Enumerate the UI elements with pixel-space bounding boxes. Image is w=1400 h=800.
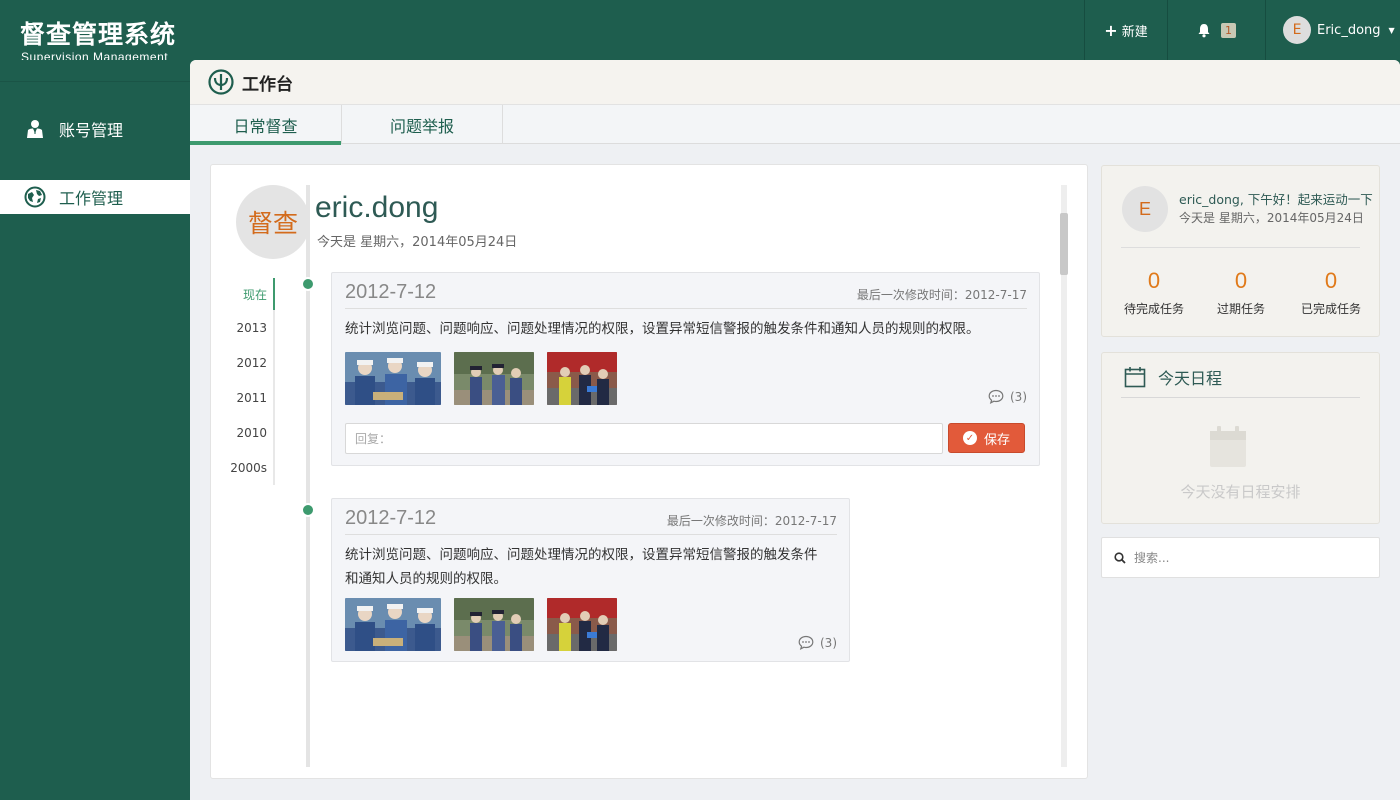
timeline-post: 2012-7-12 最后一次修改时间：2012-7-17 统计浏览问题、问题响应… — [331, 272, 1040, 466]
bell-icon — [1198, 23, 1210, 37]
divider — [345, 534, 837, 535]
greeting-date: 今天是 星期六，2014年05月24日 — [1179, 211, 1364, 225]
timeline-dot — [301, 277, 315, 291]
avatar: E — [1122, 186, 1168, 232]
schedule-title: 今天日程 — [1158, 369, 1223, 388]
search-icon — [1114, 551, 1126, 564]
divider — [1121, 397, 1360, 398]
schedule-panel: 今天日程 今天没有日程安排 — [1101, 352, 1380, 524]
calendar-icon — [1124, 367, 1146, 388]
post-image[interactable] — [454, 598, 534, 651]
stat-pending[interactable]: 0 待完成任务 — [1114, 268, 1194, 317]
save-button[interactable]: ✓ 保存 — [948, 423, 1025, 453]
dashboard-icon — [208, 69, 234, 95]
sidebar-item-accounts[interactable]: 账号管理 — [0, 100, 190, 158]
stat-completed[interactable]: 0 已完成任务 — [1291, 268, 1371, 317]
sidebar: 账号管理 工作管理 — [0, 60, 190, 800]
post-text-line: 和通知人员的规则的权限。 — [345, 571, 507, 587]
post-image[interactable] — [547, 598, 617, 651]
comment-count-label: (3) — [1010, 389, 1027, 404]
notification-badge: 1 — [1221, 22, 1236, 38]
top-actions: + 新建 1 E Eric_dong ▼ — [1084, 0, 1400, 60]
comment-count[interactable]: (3) — [988, 389, 1027, 404]
reply-input[interactable]: 回复： — [345, 423, 943, 454]
timeline-post: 2012-7-12 最后一次修改时间：2012-7-17 统计浏览问题、问题响应… — [331, 498, 850, 662]
post-date: 2012-7-12 — [345, 281, 437, 303]
post-image[interactable] — [547, 352, 617, 405]
year-nav: 现在 2013 2012 2011 2010 2000s — [230, 278, 275, 485]
tab-bar: 日常督查 问题举报 — [190, 105, 1400, 145]
post-text: 统计浏览问题、问题响应、问题处理情况的权限，设置异常短信警报的触发条件和通知人员… — [345, 321, 980, 337]
search-placeholder: 搜索... — [1134, 551, 1170, 565]
greeting-text: eric_dong, 下午好！起来运动一下 — [1179, 192, 1373, 207]
app-title: 督查管理系统 — [20, 20, 177, 49]
main-content: 工作台 日常督查 问题举报 督查 eric.dong 今天是 星期六，2014年… — [190, 60, 1400, 800]
empty-calendar-icon — [1210, 426, 1246, 467]
timeline-line — [306, 185, 310, 767]
save-label: 保存 — [983, 432, 1010, 448]
post-date: 2012-7-12 — [345, 507, 437, 529]
top-bar: 督查管理系统 Supervision Management + 新建 1 E E… — [0, 0, 1400, 64]
sidebar-item-label: 账号管理 — [59, 121, 124, 140]
schedule-empty-text: 今天没有日程安排 — [1180, 483, 1301, 501]
stat-overdue[interactable]: 0 过期任务 — [1201, 268, 1281, 317]
globe-icon — [24, 186, 46, 208]
stat-value: 0 — [1324, 268, 1338, 293]
year-item[interactable]: 2011 — [231, 380, 275, 415]
stat-value: 0 — [1147, 268, 1161, 293]
timeline-card: 督查 eric.dong 今天是 星期六，2014年05月24日 现在 2013… — [210, 164, 1088, 779]
sidebar-item-work[interactable]: 工作管理 — [0, 180, 190, 214]
post-modified: 最后一次修改时间：2012-7-17 — [666, 514, 837, 528]
comment-count[interactable]: (3) — [798, 635, 837, 650]
comment-icon — [798, 635, 814, 650]
search-input[interactable]: 搜索... — [1101, 537, 1380, 578]
stat-label: 待完成任务 — [1123, 302, 1184, 316]
comment-icon — [988, 389, 1004, 404]
check-icon: ✓ — [962, 431, 977, 445]
year-item[interactable]: 2010 — [231, 415, 275, 450]
page-title: 工作台 — [242, 74, 293, 95]
scrollbar-thumb[interactable] — [1060, 213, 1068, 275]
avatar: E — [1283, 16, 1311, 44]
sidebar-item-label: 工作管理 — [59, 189, 124, 208]
new-label: 新建 — [1121, 24, 1148, 40]
post-modified: 最后一次修改时间：2012-7-17 — [856, 288, 1027, 302]
year-item[interactable]: 2012 — [231, 345, 275, 380]
tab-issue-report[interactable]: 问题举报 — [342, 105, 503, 144]
user-icon — [24, 118, 46, 140]
plus-icon: + — [1104, 20, 1118, 40]
schedule-header: 今天日程 — [1124, 365, 1222, 389]
post-image[interactable] — [454, 352, 534, 405]
year-item[interactable]: 现在 — [231, 278, 275, 310]
user-menu[interactable]: E Eric_dong ▼ — [1265, 0, 1400, 60]
tab-daily-supervision[interactable]: 日常督查 — [190, 105, 342, 145]
welcome-panel: E eric_dong, 下午好！起来运动一下 今天是 星期六，2014年05月… — [1101, 165, 1380, 337]
stat-label: 已完成任务 — [1300, 302, 1361, 316]
timeline-dot — [301, 503, 315, 517]
new-button[interactable]: + 新建 — [1084, 0, 1167, 60]
app-logo[interactable]: 督查管理系统 Supervision Management — [20, 20, 176, 64]
year-item[interactable]: 2013 — [231, 310, 275, 345]
post-images — [345, 598, 630, 651]
profile-avatar: 督查 — [236, 185, 310, 259]
post-image[interactable] — [345, 352, 441, 405]
user-name: Eric_dong — [1317, 22, 1381, 38]
profile-name: eric.dong — [315, 191, 439, 224]
post-text-line: 统计浏览问题、问题响应、问题处理情况的权限，设置异常短信警报的触发条件 — [345, 547, 818, 563]
divider — [345, 308, 1027, 309]
profile-date: 今天是 星期六，2014年05月24日 — [317, 235, 518, 250]
notifications-button[interactable]: 1 — [1167, 0, 1265, 60]
post-images — [345, 352, 630, 405]
post-text: 统计浏览问题、问题响应、问题处理情况的权限，设置异常短信警报的触发条件 和通知人… — [345, 543, 818, 591]
year-item[interactable]: 2000s — [230, 450, 275, 485]
comment-count-label: (3) — [820, 635, 837, 650]
chevron-down-icon: ▼ — [1388, 25, 1395, 35]
divider — [1121, 247, 1360, 248]
page-header: 工作台 — [190, 60, 1400, 105]
sidebar-divider — [0, 81, 190, 82]
stat-label: 过期任务 — [1216, 302, 1265, 316]
post-image[interactable] — [345, 598, 441, 651]
stat-value: 0 — [1234, 268, 1248, 293]
